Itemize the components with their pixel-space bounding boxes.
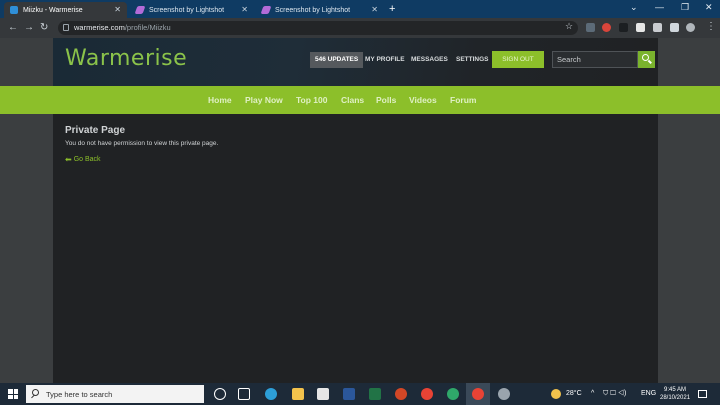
settings-link[interactable]: SETTINGS: [456, 52, 489, 68]
tab-search-chevron-icon[interactable]: ⌄: [630, 2, 638, 13]
tab-close-icon[interactable]: ✕: [371, 5, 378, 14]
extension-icon[interactable]: [653, 23, 662, 32]
search-input[interactable]: [552, 51, 638, 68]
go-back-link[interactable]: ⬅ Go Back: [65, 155, 101, 164]
updates-button[interactable]: 546 UPDATES: [310, 52, 364, 68]
chrome-icon[interactable]: [421, 388, 433, 400]
cortana-icon[interactable]: [214, 388, 226, 400]
file-explorer-icon[interactable]: [292, 388, 304, 400]
taskbar-search-placeholder: Type here to search: [46, 390, 113, 399]
reload-icon[interactable]: ↻: [40, 22, 48, 33]
excel-icon[interactable]: [369, 388, 381, 400]
tray-icons[interactable]: ⛉ ☐ ◁): [603, 390, 626, 398]
tab-title: Screenshot by Lightshot: [275, 6, 351, 14]
warmerise-favicon-icon: [10, 6, 18, 14]
notification-icon[interactable]: [698, 390, 707, 398]
browser-tab-bar: Miizku - Warmerise ✕ Screenshot by Light…: [0, 0, 720, 18]
bookmark-star-icon[interactable]: ☆: [565, 21, 573, 32]
mail-icon[interactable]: [317, 388, 329, 400]
page-title: Private Page: [65, 125, 126, 136]
url-text: warmerise.com/profile/Miizku: [74, 23, 171, 32]
tab-close-icon[interactable]: ✕: [114, 5, 121, 14]
weather-sun-icon[interactable]: [551, 389, 561, 399]
weather-temp[interactable]: 28°C: [566, 390, 582, 397]
site-logo[interactable]: Warmerise: [65, 46, 187, 71]
url-field[interactable]: warmerise.com/profile/Miizku: [58, 21, 578, 35]
nav-clans[interactable]: Clans: [341, 95, 364, 105]
browser-menu-icon[interactable]: ⋮: [706, 21, 716, 32]
extension-icon[interactable]: [636, 23, 645, 32]
lock-icon: [63, 24, 69, 31]
main-content: Private Page You do not have permission …: [53, 114, 658, 383]
extension-icon[interactable]: [602, 23, 611, 32]
clock-time: 9:45 AM: [664, 387, 687, 393]
language-indicator[interactable]: ENG: [641, 390, 656, 397]
maximize-icon[interactable]: ❐: [681, 2, 689, 13]
main-nav: Home Play Now Top 100 Clans Polls Videos…: [0, 86, 720, 114]
chrome-profile-icon[interactable]: [447, 388, 459, 400]
my-profile-link[interactable]: MY PROFILE: [365, 52, 405, 68]
nav-play-now[interactable]: Play Now: [245, 95, 283, 105]
task-view-icon[interactable]: [238, 388, 250, 400]
arrow-left-icon: ⬅: [65, 155, 72, 164]
tab-lightshot-2[interactable]: Screenshot by Lightshot ✕: [256, 2, 384, 18]
nav-home[interactable]: Home: [208, 95, 232, 105]
clock-date: 28/10/2021: [660, 395, 691, 401]
forward-arrow-icon[interactable]: →: [24, 22, 34, 33]
nav-videos[interactable]: Videos: [409, 95, 437, 105]
nav-top-100[interactable]: Top 100: [296, 95, 328, 105]
tab-title: Screenshot by Lightshot: [149, 6, 225, 14]
search-button[interactable]: [638, 51, 655, 68]
tray-chevron-icon[interactable]: ^: [591, 390, 594, 397]
new-tab-icon[interactable]: +: [389, 3, 395, 15]
powerpoint-icon[interactable]: [395, 388, 407, 400]
clock[interactable]: 9:45 AM 28/10/2021: [660, 386, 690, 402]
profile-avatar-icon[interactable]: [686, 23, 695, 32]
minimize-icon[interactable]: —: [655, 2, 664, 12]
windows-start-icon[interactable]: [8, 389, 18, 399]
word-icon[interactable]: [343, 388, 355, 400]
lightshot-favicon-icon: [134, 6, 146, 14]
extensions-puzzle-icon[interactable]: [670, 23, 679, 32]
tab-close-icon[interactable]: ✕: [241, 5, 248, 14]
tab-lightshot-1[interactable]: Screenshot by Lightshot ✕: [130, 2, 254, 18]
sign-out-button[interactable]: SIGN OUT: [492, 51, 544, 68]
chrome-active-icon[interactable]: [472, 388, 484, 400]
back-arrow-icon[interactable]: ←: [8, 22, 18, 33]
extension-icon[interactable]: [586, 23, 595, 32]
extension-icon[interactable]: [619, 23, 628, 32]
lightshot-favicon-icon: [260, 6, 272, 14]
permission-message: You do not have permission to view this …: [65, 140, 219, 147]
go-back-label: Go Back: [73, 156, 101, 163]
taskbar-search-box[interactable]: Type here to search: [26, 385, 204, 403]
windows-taskbar: Type here to search 28°C ^ ⛉ ☐ ◁) ENG 9:…: [0, 383, 720, 405]
close-window-icon[interactable]: ✕: [705, 2, 713, 13]
tab-warmerise[interactable]: Miizku - Warmerise ✕: [4, 2, 127, 18]
messages-link[interactable]: MESSAGES: [411, 52, 448, 68]
address-bar-row: ← → ↻ warmerise.com/profile/Miizku ☆ ⋮: [0, 18, 720, 38]
tab-title: Miizku - Warmerise: [23, 6, 83, 14]
app-icon[interactable]: [498, 388, 510, 400]
edge-icon[interactable]: [265, 388, 277, 400]
nav-polls[interactable]: Polls: [376, 95, 396, 105]
site-header: Warmerise 546 UPDATES MY PROFILE MESSAGE…: [53, 38, 658, 86]
nav-forum[interactable]: Forum: [450, 95, 476, 105]
